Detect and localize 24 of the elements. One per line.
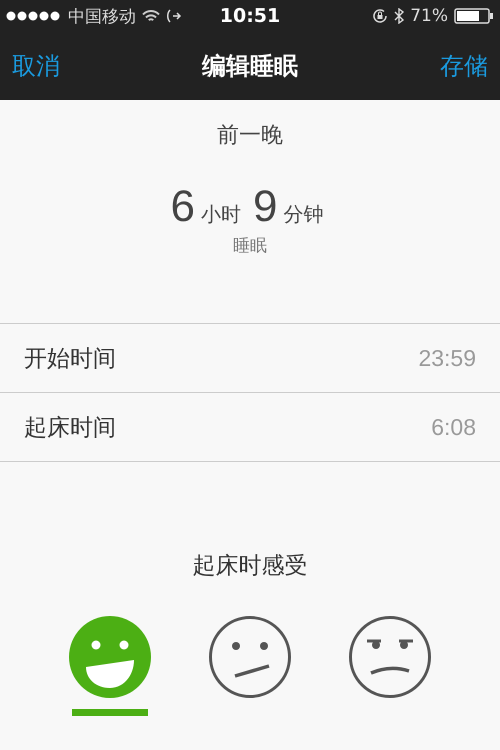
section-heading: 起床时感受 xyxy=(192,552,308,581)
section-heading: 前一晚 xyxy=(217,122,283,150)
minutes-value: 9 xyxy=(253,182,278,232)
hours-unit: 小时 xyxy=(201,201,241,228)
hours-value: 6 xyxy=(170,182,195,232)
wifi-icon xyxy=(142,10,160,22)
cancel-button[interactable]: 取消 xyxy=(12,50,60,82)
minutes-unit: 分钟 xyxy=(283,201,324,228)
call-forward-icon xyxy=(166,9,182,23)
rotation-lock-icon xyxy=(372,8,388,24)
time-row[interactable]: 起床时间 6:08 xyxy=(0,393,500,462)
neutral-face-icon[interactable] xyxy=(208,615,292,699)
clock: 10:51 xyxy=(220,5,280,27)
signal-icon xyxy=(6,11,62,21)
time-row[interactable]: 开始时间 23:59 xyxy=(0,324,500,393)
nav-title: 编辑睡眠 xyxy=(202,51,298,82)
grumpy-face-icon[interactable] xyxy=(348,615,432,699)
battery-icon xyxy=(454,8,494,24)
carrier-name: 中国移动 xyxy=(68,6,136,28)
bluetooth-icon xyxy=(394,8,404,24)
happy-face-icon[interactable] xyxy=(68,615,152,699)
battery-percent: 71% xyxy=(410,6,448,26)
duration-caption: 睡眠 xyxy=(233,235,267,257)
save-button[interactable]: 存储 xyxy=(440,50,488,82)
